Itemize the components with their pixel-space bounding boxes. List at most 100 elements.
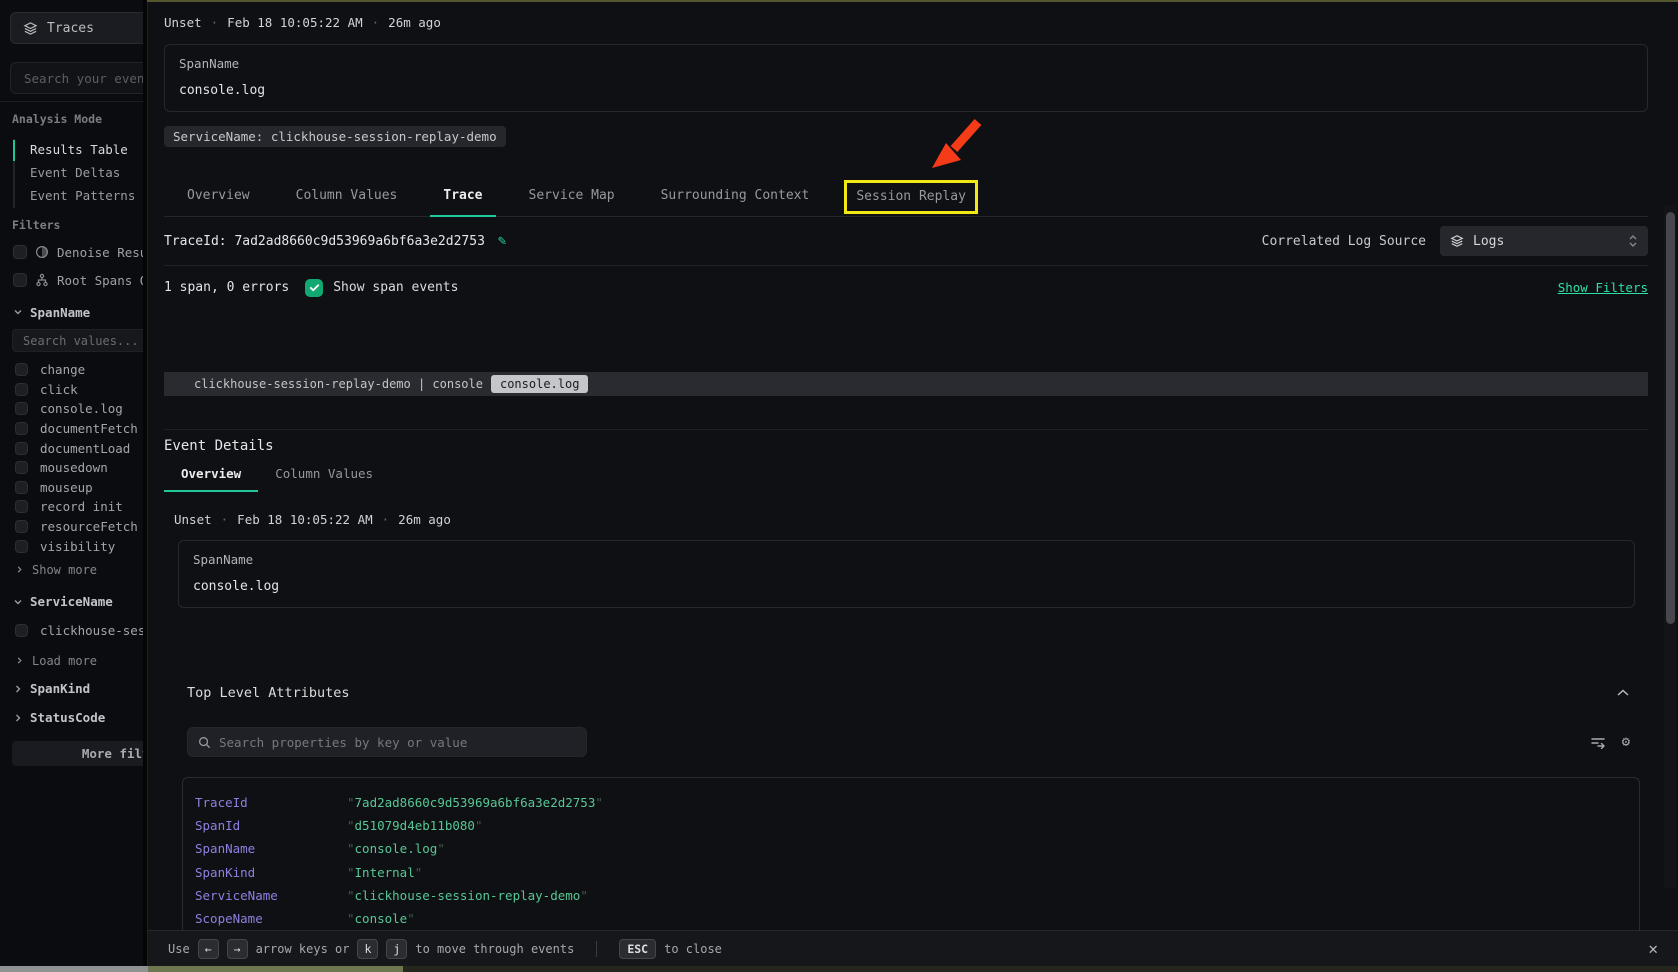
layers-icon [1450, 234, 1464, 248]
chevron-up-icon[interactable] [1616, 688, 1630, 698]
attribute-row[interactable]: ScopeName console [195, 907, 1627, 930]
chevron-down-icon [13, 597, 23, 607]
edit-icon[interactable]: ✎ [498, 233, 506, 249]
more-filters-button[interactable]: More filters [12, 741, 143, 766]
facet-spanname-header[interactable]: SpanName [13, 304, 143, 320]
span-name-card-label: SpanName [193, 552, 1620, 567]
event-details-title: Event Details [164, 438, 1648, 454]
spanname-value-search-input[interactable] [23, 334, 143, 348]
key-esc: ESC [619, 939, 656, 959]
facet-value-service[interactable]: clickhouse-session-replay-demo [0, 621, 143, 641]
hierarchy-icon [35, 273, 49, 287]
property-search-box[interactable] [187, 727, 587, 757]
facet-value-mouseup[interactable]: mouseup [0, 478, 143, 498]
detail-tabs: Overview Column Values Trace Service Map… [164, 178, 1648, 217]
mode-event-patterns[interactable]: Event Patterns [15, 185, 143, 208]
facet-value-console-log[interactable]: console.log [0, 399, 143, 419]
facet-value-resourcefetch[interactable]: resourceFetch [0, 517, 143, 537]
tab-overview[interactable]: Overview [164, 178, 273, 216]
key-j: j [386, 939, 407, 959]
show-span-events-checkbox[interactable] [305, 279, 323, 297]
span-name-card: SpanName console.log [178, 540, 1635, 608]
value-checkbox[interactable] [15, 624, 28, 637]
attribute-value: d51079d4eb11b080 [347, 818, 482, 833]
denoise-checkbox[interactable] [13, 245, 27, 259]
spanname-value-search[interactable] [12, 329, 143, 352]
span-name-card-value: console.log [193, 579, 1620, 594]
mode-results-table[interactable]: Results Table [15, 139, 143, 162]
analysis-mode-list: Results Table Event Deltas Event Pattern… [13, 139, 143, 208]
section-divider [164, 429, 1648, 430]
sidebar-horizontal-scrollbar[interactable] [0, 966, 148, 972]
facet-value-documentload[interactable]: documentLoad [0, 438, 143, 458]
gear-icon[interactable]: ⚙ [1622, 734, 1630, 750]
mode-event-deltas[interactable]: Event Deltas [15, 162, 143, 185]
show-filters-link[interactable]: Show Filters [1558, 280, 1648, 295]
service-name-badge[interactable]: ServiceName: clickhouse-session-replay-d… [164, 126, 506, 147]
event-details-tab-column-values[interactable]: Column Values [258, 458, 390, 492]
tab-column-values[interactable]: Column Values [273, 178, 421, 216]
event-timestamp: Feb 18 10:05:22 AM [227, 15, 362, 30]
background-edge-dark [403, 966, 1678, 972]
root-spans-label: Root Spans Only [57, 273, 143, 288]
chevron-down-icon [13, 307, 23, 317]
facet-value-documentfetch[interactable]: documentFetch [0, 419, 143, 439]
property-search-input[interactable] [219, 735, 576, 750]
attribute-row[interactable]: SpanName console.log [195, 837, 1627, 860]
value-checkbox[interactable] [15, 442, 28, 455]
log-source-select[interactable]: Logs [1440, 226, 1648, 256]
event-detail-drawer: Unset · Feb 18 10:05:22 AM · 26m ago Spa… [147, 0, 1678, 966]
background-page-top-edge [147, 0, 1678, 2]
value-checkbox[interactable] [15, 481, 28, 494]
value-checkbox[interactable] [15, 383, 28, 396]
facet-servicename-header[interactable]: ServiceName [13, 594, 143, 610]
value-checkbox[interactable] [15, 500, 28, 513]
chevron-right-icon [15, 565, 24, 574]
root-spans-checkbox[interactable] [13, 273, 27, 287]
facet-statuscode-header[interactable]: StatusCode [13, 710, 143, 726]
value-checkbox[interactable] [15, 363, 28, 376]
filters-sidebar: Traces Analysis Mode Results Table Event… [0, 0, 143, 966]
close-icon[interactable]: ✕ [1648, 939, 1658, 958]
search-icon [198, 736, 211, 749]
attribute-row[interactable]: SpanId d51079d4eb11b080 [195, 814, 1627, 837]
tab-session-replay[interactable]: Session Replay [844, 180, 978, 214]
facet-value-click[interactable]: click [0, 380, 143, 400]
servicename-load-more[interactable]: Load more [15, 653, 143, 669]
attribute-row[interactable]: ServiceName clickhouse-session-replay-de… [195, 884, 1627, 907]
attribute-row[interactable]: TraceId 7ad2ad8660c9d53969a6bf6a3e2d2753 [195, 791, 1627, 814]
tab-surrounding-context[interactable]: Surrounding Context [638, 178, 833, 216]
key-k: k [357, 939, 378, 959]
trace-waterfall-span-row[interactable]: clickhouse-session-replay-demo | console… [164, 372, 1648, 396]
denoise-results-toggle[interactable]: Denoise Results [13, 244, 143, 260]
facet-value-visibility[interactable]: visibility [0, 536, 143, 556]
value-checkbox[interactable] [15, 540, 28, 553]
status-badge: Unset [174, 512, 212, 527]
collapse-lines-icon[interactable] [1590, 735, 1606, 749]
event-details-tab-overview[interactable]: Overview [164, 458, 258, 492]
denoise-icon [35, 245, 49, 259]
event-search-box[interactable] [10, 62, 143, 94]
value-checkbox[interactable] [15, 520, 28, 533]
traces-button-label: Traces [47, 21, 94, 36]
root-spans-toggle[interactable]: Root Spans Only [13, 272, 143, 288]
spanname-show-more[interactable]: Show more [15, 562, 143, 578]
tab-service-map[interactable]: Service Map [506, 178, 638, 216]
facet-value-change[interactable]: change [0, 360, 143, 380]
event-search-input[interactable] [24, 71, 143, 86]
value-checkbox[interactable] [15, 402, 28, 415]
attribute-row[interactable]: SpanKind Internal [195, 861, 1627, 884]
tab-trace[interactable]: Trace [420, 178, 505, 216]
event-relative-time: 26m ago [398, 512, 451, 527]
drawer-scrollbar-thumb[interactable] [1666, 212, 1675, 624]
sidebar-divider [0, 101, 143, 102]
footer-separator [596, 941, 597, 957]
facet-value-mousedown[interactable]: mousedown [0, 458, 143, 478]
value-checkbox[interactable] [15, 461, 28, 474]
traces-source-button[interactable]: Traces [10, 12, 143, 44]
value-checkbox[interactable] [15, 422, 28, 435]
top-level-attributes-title: Top Level Attributes [187, 685, 350, 701]
facet-value-record-init[interactable]: record init [0, 497, 143, 517]
spanname-value-list: change click console.log documentFetch d… [0, 360, 143, 556]
facet-spankind-header[interactable]: SpanKind [13, 681, 143, 697]
